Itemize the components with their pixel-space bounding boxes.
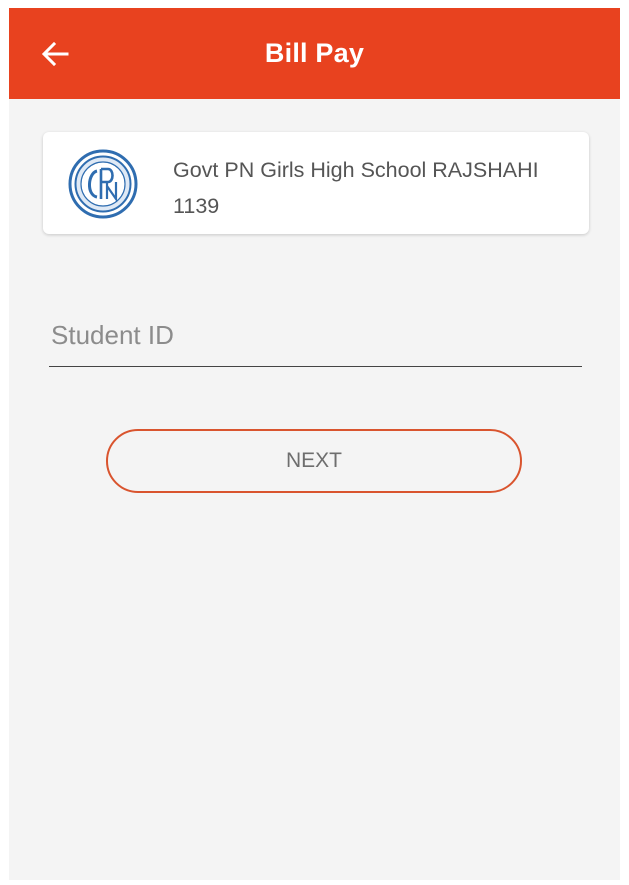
school-name: Govt PN Girls High School RAJSHAHI xyxy=(173,158,539,182)
arrow-left-icon xyxy=(41,42,69,66)
school-code: 1139 xyxy=(173,194,220,218)
student-id-field xyxy=(49,308,582,367)
back-button[interactable] xyxy=(33,32,77,76)
school-crest-icon xyxy=(68,149,138,219)
school-card[interactable]: Govt PN Girls High School RAJSHAHI 1139 xyxy=(43,132,589,234)
bill-pay-screen: Bill Pay Govt PN Girls High School RAJSH… xyxy=(9,8,620,880)
next-button[interactable]: NEXT xyxy=(106,429,522,493)
app-bar: Bill Pay xyxy=(9,8,620,99)
student-id-input[interactable] xyxy=(49,308,582,362)
page-title: Bill Pay xyxy=(264,38,365,68)
next-button-label: NEXT xyxy=(285,449,342,472)
